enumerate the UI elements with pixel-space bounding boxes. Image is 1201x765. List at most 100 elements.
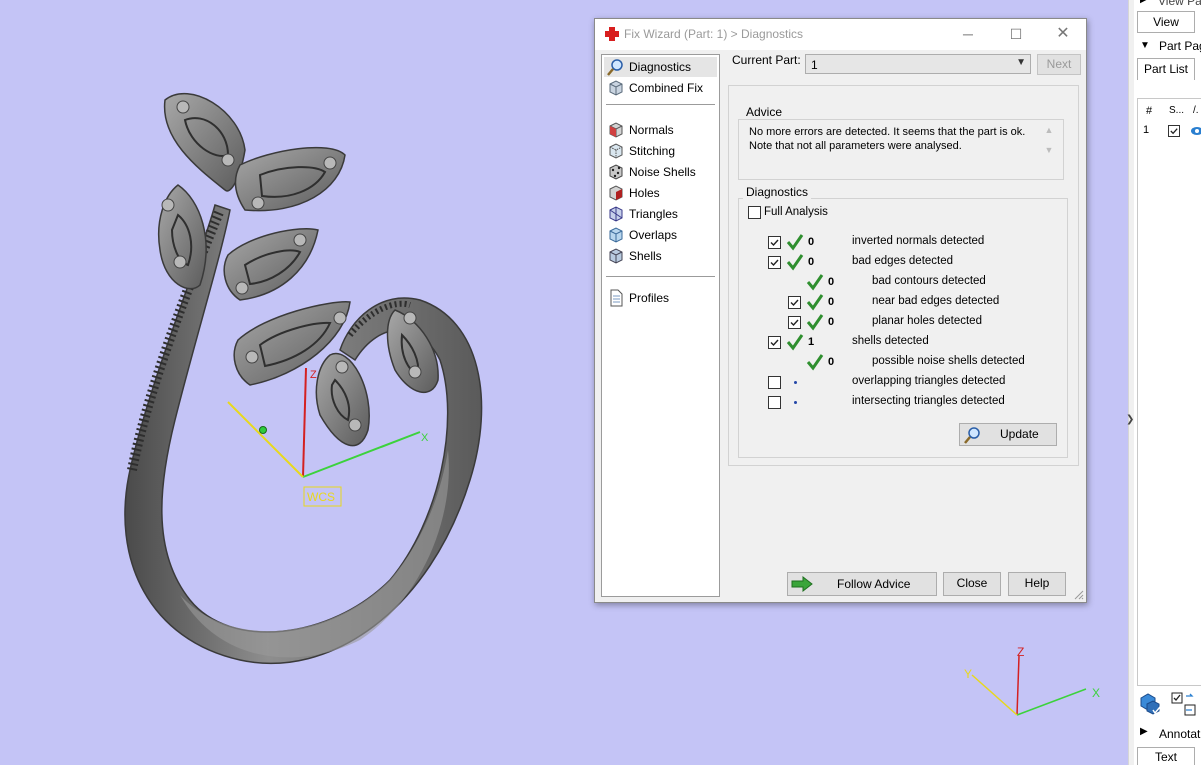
shells-cube-icon — [609, 248, 623, 264]
wcs-x-label: X — [421, 432, 429, 444]
col-number-header: # — [1146, 105, 1153, 117]
advice-text: No more errors are detected. It seems th… — [749, 126, 1026, 152]
part-list-table: # S... /. 1 — [1137, 98, 1201, 686]
bad-contours-text: bad contours detected — [872, 275, 986, 287]
checkmark-icon — [770, 339, 779, 347]
planar-holes-count: 0 — [828, 316, 835, 328]
current-part-label: Current Part: — [732, 53, 801, 67]
planar-holes-checkbox[interactable] — [788, 316, 801, 329]
dialog-titlebar[interactable]: Fix Wizard (Part: 1) > Diagnostics ─ ☐ ✕ — [595, 19, 1086, 50]
part-list-tab[interactable]: Part List — [1137, 58, 1195, 80]
inverted-normals-text: inverted normals detected — [852, 235, 985, 247]
noise-shells-icon — [609, 164, 623, 180]
checkmark-icon — [1170, 128, 1178, 135]
part-row-checkbox[interactable] — [1168, 125, 1180, 137]
nav-combined-fix-label: Combined Fix — [629, 81, 704, 95]
near-bad-edges-checkbox[interactable] — [788, 296, 801, 309]
nav-divider — [606, 104, 715, 105]
right-arrow-icon — [791, 576, 813, 592]
bad-contours-count: 0 — [828, 276, 835, 288]
check-all-icon[interactable] — [1170, 691, 1198, 717]
chevron-down-icon: ▼ — [1016, 57, 1026, 68]
nav-normals[interactable]: Normals — [604, 120, 717, 140]
full-analysis-label: Full Analysis — [764, 206, 828, 218]
view-tab[interactable]: View — [1137, 11, 1195, 33]
checkmark-icon — [790, 299, 799, 307]
current-part-value: 1 — [811, 58, 818, 72]
nav-divider — [606, 276, 715, 277]
part-row-number: 1 — [1143, 124, 1150, 136]
nav-triangles-label: Triangles — [629, 207, 678, 221]
fix-wizard-nav: Diagnostics Combined Fix Normals Stitchi… — [601, 54, 720, 597]
shells-checkbox[interactable] — [768, 336, 781, 349]
green-check-icon — [786, 254, 804, 271]
view-pages-expand-icon[interactable]: ▶ — [1140, 0, 1148, 5]
nav-combined-fix[interactable]: Combined Fix — [604, 78, 717, 98]
inverted-normals-count: 0 — [808, 236, 815, 248]
full-analysis-checkbox[interactable] — [748, 206, 761, 219]
wcs-z-label: Z — [310, 369, 317, 381]
near-bad-edges-count: 0 — [828, 296, 835, 308]
maximize-button[interactable]: ☐ — [1004, 23, 1028, 45]
shells-count: 1 — [808, 336, 815, 348]
col-visible-header: /. — [1193, 105, 1199, 116]
holes-cube-icon — [609, 185, 623, 201]
overlapping-triangles-checkbox[interactable] — [768, 376, 781, 389]
close-window-button[interactable]: ✕ — [1051, 23, 1075, 45]
document-icon — [610, 289, 623, 307]
nav-shells-label: Shells — [629, 249, 662, 263]
nav-overlaps-label: Overlaps — [629, 228, 678, 242]
checkmark-icon — [790, 319, 799, 327]
noise-shells-text: possible noise shells detected — [872, 355, 1025, 367]
update-button[interactable]: Update — [959, 423, 1057, 446]
nav-stitching[interactable]: Stitching — [604, 141, 717, 161]
green-check-icon — [806, 314, 824, 331]
eye-icon[interactable] — [1191, 126, 1201, 136]
nav-overlaps[interactable]: Overlaps — [604, 225, 717, 245]
inverted-normals-checkbox[interactable] — [768, 236, 781, 249]
current-part-select[interactable]: 1 ▼ — [805, 54, 1031, 74]
nav-profiles[interactable]: Profiles — [604, 288, 717, 308]
minimize-button[interactable]: ─ — [956, 23, 980, 45]
normals-cube-icon — [609, 122, 623, 138]
nav-diagnostics-label: Diagnostics — [629, 60, 692, 74]
annotations-expand-icon[interactable]: ▶ — [1140, 726, 1148, 737]
magnifier-icon — [607, 59, 623, 76]
text-tab[interactable]: Text — [1137, 747, 1195, 765]
pending-dot-icon — [794, 381, 797, 384]
right-side-panel: ❯ ▶ View Pa View ▼ Part Pag Part List # … — [1126, 0, 1201, 765]
advice-scrollbar[interactable]: ▲ ▼ — [1043, 125, 1055, 173]
green-check-icon — [806, 294, 824, 311]
update-label: Update — [1000, 427, 1039, 441]
follow-advice-label: Follow Advice — [837, 577, 911, 591]
part-pages-collapse-icon[interactable]: ▼ — [1140, 40, 1150, 51]
corner-x-label: X — [1092, 686, 1100, 700]
nav-normals-label: Normals — [629, 123, 674, 137]
nav-shells[interactable]: Shells — [604, 246, 717, 266]
next-button[interactable]: Next — [1037, 54, 1081, 75]
nav-noise-shells[interactable]: Noise Shells — [604, 162, 717, 182]
checkmark-icon — [770, 239, 779, 247]
intersecting-triangles-text: intersecting triangles detected — [852, 395, 1005, 407]
stitching-cube-icon — [609, 143, 623, 159]
shells-text: shells detected — [852, 335, 929, 347]
nav-stitching-label: Stitching — [629, 144, 676, 158]
blue-cubes-icon[interactable] — [1139, 692, 1165, 716]
annotations-title: Annotati — [1159, 727, 1201, 741]
view-pages-title: View Pa — [1158, 0, 1201, 8]
col-selected-header: S... — [1169, 105, 1185, 116]
green-check-icon — [806, 354, 824, 371]
nav-diagnostics[interactable]: Diagnostics — [604, 57, 717, 77]
panel-splitter[interactable] — [1129, 0, 1134, 765]
resize-grip-icon[interactable] — [1074, 590, 1084, 600]
intersecting-triangles-checkbox[interactable] — [768, 396, 781, 409]
nav-holes[interactable]: Holes — [604, 183, 717, 203]
fix-wizard-dialog: Fix Wizard (Part: 1) > Diagnostics ─ ☐ ✕… — [594, 18, 1087, 603]
close-button[interactable]: Close — [943, 572, 1001, 596]
overlaps-cube-icon — [609, 227, 623, 243]
help-button[interactable]: Help — [1008, 572, 1066, 596]
follow-advice-button[interactable]: Follow Advice — [787, 572, 937, 596]
nav-triangles[interactable]: Triangles — [604, 204, 717, 224]
splitter-arrow-icon[interactable]: ❯ — [1126, 414, 1134, 425]
bad-edges-checkbox[interactable] — [768, 256, 781, 269]
